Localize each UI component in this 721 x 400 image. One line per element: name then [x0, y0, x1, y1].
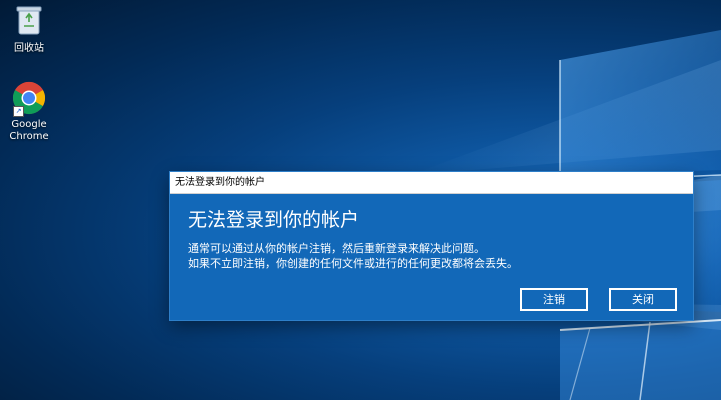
dialog-heading: 无法登录到你的帐户	[188, 209, 360, 231]
sign-in-error-dialog: 无法登录到你的帐户 无法登录到你的帐户 通常可以通过从你的帐户注销，然后重新登录…	[170, 172, 693, 320]
sign-out-button[interactable]: 注销	[520, 288, 588, 311]
dialog-message-line-1: 通常可以通过从你的帐户注销，然后重新登录来解决此问题。	[188, 242, 485, 255]
shortcut-arrow-icon: ↗	[13, 106, 24, 117]
recycle-bin-icon	[0, 4, 58, 40]
desktop-icon-label-line2: Chrome	[9, 131, 49, 142]
chrome-icon: ↗	[11, 80, 47, 117]
desktop-icon-chrome[interactable]: ↗ Google Chrome	[0, 80, 58, 143]
desktop-icon-recycle-bin[interactable]: 回收站	[0, 4, 58, 55]
desktop-icon-label-line1: Google	[11, 119, 47, 130]
desktop: 回收站 ↗ Google Chrome 无法登录到你的帐户 无法登录到你的帐户 …	[0, 0, 721, 400]
dialog-window-title: 无法登录到你的帐户	[175, 177, 265, 188]
desktop-icon-label: 回收站	[14, 43, 44, 54]
dialog-titlebar[interactable]: 无法登录到你的帐户	[170, 172, 693, 194]
close-button[interactable]: 关闭	[609, 288, 677, 311]
dialog-message-line-2: 如果不立即注销，你创建的任何文件或进行的任何更改都将会丢失。	[188, 257, 518, 270]
